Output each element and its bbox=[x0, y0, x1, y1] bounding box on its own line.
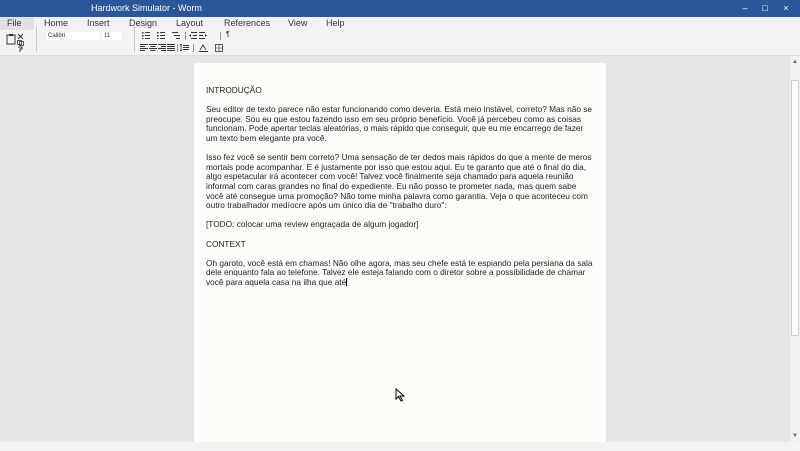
ribbon-separator bbox=[134, 26, 135, 52]
show-formatting-icon[interactable]: ¶ bbox=[226, 31, 230, 39]
cut-icon[interactable] bbox=[17, 33, 24, 40]
decrease-indent-icon[interactable] bbox=[189, 32, 197, 39]
vertical-scrollbar[interactable]: ▲ ▼ bbox=[790, 56, 800, 442]
menu-bar: File Home Insert Design Layout Reference… bbox=[0, 17, 800, 30]
ribbon-separator bbox=[220, 32, 221, 40]
minimize-button[interactable]: – bbox=[738, 2, 752, 14]
paragraph-1: Seu editor de texto parece não estar fun… bbox=[206, 104, 593, 143]
menu-help[interactable]: Help bbox=[326, 18, 345, 29]
borders-icon[interactable] bbox=[215, 44, 223, 52]
close-button[interactable]: × bbox=[779, 2, 793, 14]
font-name-box[interactable]: Calibri bbox=[46, 32, 100, 40]
format-painter-icon[interactable] bbox=[17, 46, 24, 52]
scrollbar-thumb[interactable] bbox=[791, 80, 799, 336]
align-center-icon[interactable] bbox=[149, 44, 157, 51]
heading-introduction: INTRODUÇÃO bbox=[206, 85, 262, 95]
mouse-cursor-icon bbox=[395, 388, 406, 402]
menu-layout[interactable]: Layout bbox=[176, 18, 203, 29]
window-title: Hardwork Simulator - Worm bbox=[91, 3, 202, 13]
increase-indent-icon[interactable] bbox=[199, 32, 207, 39]
paragraph-3: Oh garoto, você está em chamas! Não olhe… bbox=[206, 257, 596, 288]
scroll-up-icon[interactable]: ▲ bbox=[792, 59, 798, 65]
menu-insert[interactable]: Insert bbox=[87, 18, 110, 29]
heading-context: CONTEXT bbox=[206, 238, 246, 249]
title-bar: Hardwork Simulator - Worm – □ × bbox=[0, 0, 800, 17]
menu-home[interactable]: Home bbox=[44, 18, 68, 29]
document-body[interactable]: INTRODUÇÃO Seu editor de texto parece nã… bbox=[206, 85, 596, 297]
shading-icon[interactable] bbox=[199, 44, 208, 52]
align-left-icon[interactable] bbox=[140, 44, 148, 51]
menu-view[interactable]: View bbox=[288, 18, 307, 29]
ribbon-separator bbox=[177, 44, 178, 52]
menu-references[interactable]: References bbox=[224, 18, 270, 29]
line-spacing-icon[interactable] bbox=[180, 44, 189, 51]
maximize-button[interactable]: □ bbox=[758, 2, 772, 14]
status-bar bbox=[0, 442, 800, 451]
paragraph-2: Isso fez você se sentir bem correto? Uma… bbox=[206, 152, 592, 211]
paragraph-3-text: Oh garoto, você está em chamas! Não olhe… bbox=[206, 257, 593, 287]
ribbon-separator bbox=[193, 44, 194, 52]
align-right-icon[interactable] bbox=[158, 44, 166, 51]
font-size-box[interactable]: 11 bbox=[102, 32, 122, 40]
ribbon-separator bbox=[36, 26, 37, 52]
todo-note: [TODO: colocar uma review engraçada de a… bbox=[206, 219, 419, 230]
numbered-list-icon[interactable] bbox=[157, 32, 165, 39]
justify-icon[interactable] bbox=[167, 44, 175, 51]
multilevel-list-icon[interactable] bbox=[172, 32, 180, 39]
scroll-down-icon[interactable]: ▼ bbox=[792, 433, 798, 439]
menu-file[interactable]: File bbox=[7, 18, 22, 29]
ribbon-separator bbox=[185, 32, 186, 40]
bullet-list-icon[interactable] bbox=[142, 32, 150, 39]
document-page[interactable]: INTRODUÇÃO Seu editor de texto parece nã… bbox=[194, 63, 606, 443]
text-caret bbox=[346, 277, 348, 286]
